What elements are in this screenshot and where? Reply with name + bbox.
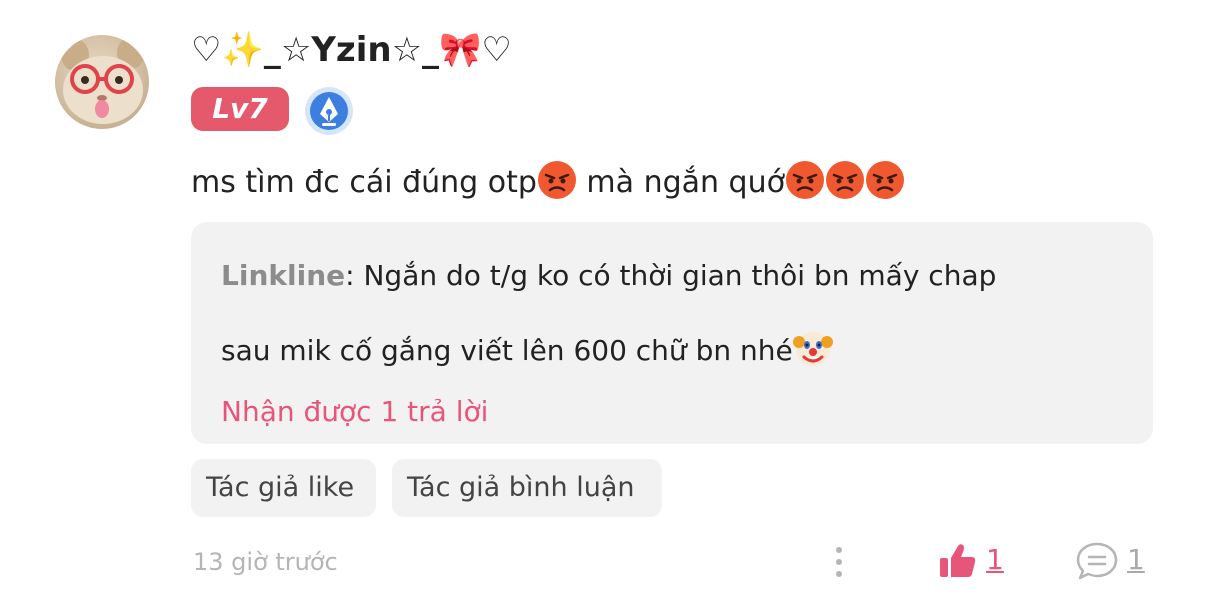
reply-preview[interactable]: Linkline: Ngắn do t/g ko có thời gian th… bbox=[191, 222, 1153, 444]
vertical-dots-icon[interactable] bbox=[826, 542, 852, 582]
reply-count[interactable]: 1 bbox=[1127, 540, 1145, 580]
thumbs-up-icon[interactable] bbox=[938, 541, 978, 581]
replies-link[interactable]: Nhận được 1 trả lời bbox=[221, 392, 488, 432]
reply-separator: : bbox=[345, 259, 364, 292]
angry-face-emoji bbox=[825, 161, 864, 199]
reply-line-1: Linkline: Ngắn do t/g ko có thời gian th… bbox=[221, 256, 996, 296]
angry-face-emoji bbox=[785, 161, 824, 199]
like-count[interactable]: 1 bbox=[986, 540, 1004, 580]
author-comment-tag: Tác giả bình luận bbox=[392, 459, 662, 517]
comment-card: ♡✨_☆Yzin☆_🎀♡ Lv7 ms tìm đc cái đúng otp … bbox=[0, 0, 1212, 600]
avatar[interactable] bbox=[55, 35, 149, 129]
timestamp: 13 giờ trước bbox=[193, 548, 338, 576]
reply-text-line2: sau mik cố gắng viết lên 600 chữ bn nhé bbox=[221, 334, 793, 367]
cat-avatar-image bbox=[61, 37, 145, 124]
reply-line-2: sau mik cố gắng viết lên 600 chữ bn nhé bbox=[221, 328, 833, 371]
clown-face-emoji bbox=[792, 332, 833, 366]
author-like-tag: Tác giả like bbox=[191, 459, 376, 517]
comment-bubble-icon[interactable] bbox=[1075, 540, 1119, 582]
comment-text: ms tìm đc cái đúng otp mà ngắn quớ bbox=[191, 160, 905, 206]
pen-nib-icon bbox=[305, 87, 353, 135]
angry-face-emoji bbox=[537, 161, 576, 199]
reply-text-line1: Ngắn do t/g ko có thời gian thôi bn mấy … bbox=[363, 259, 997, 292]
comment-text-part2: mà ngắn quớ bbox=[576, 165, 785, 200]
comment-text-part1: ms tìm đc cái đúng otp bbox=[191, 165, 537, 200]
username[interactable]: ♡✨_☆Yzin☆_🎀♡ bbox=[191, 25, 512, 75]
angry-face-emoji bbox=[865, 161, 904, 199]
level-badge: Lv7 bbox=[191, 87, 289, 131]
reply-author[interactable]: Linkline bbox=[221, 259, 345, 292]
